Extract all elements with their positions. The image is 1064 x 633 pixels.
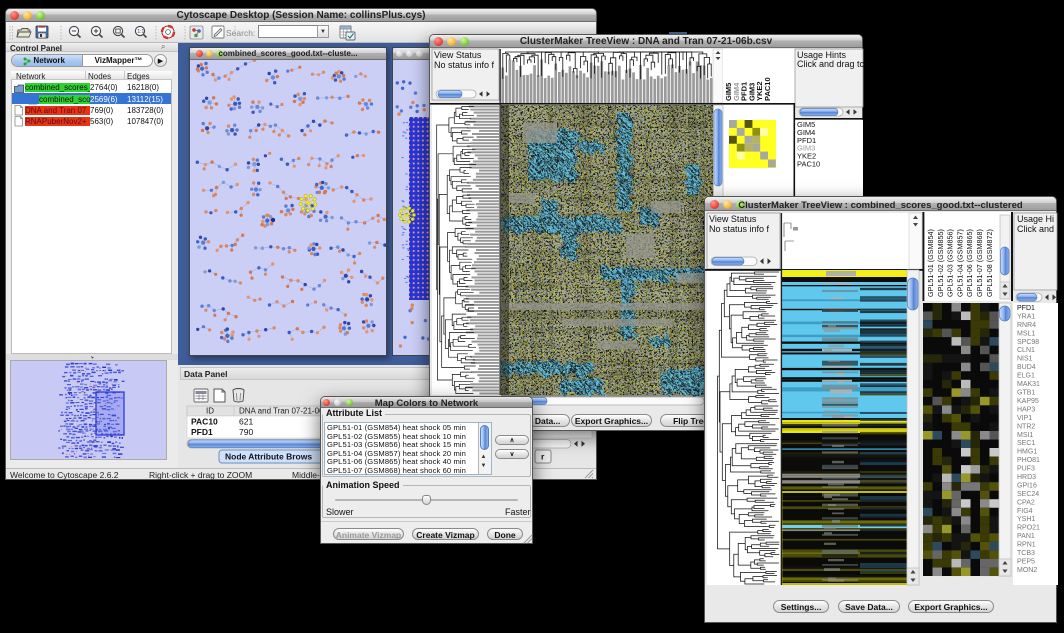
svg-text:MON2: MON2 <box>1017 567 1037 574</box>
svg-text:SEC24: SEC24 <box>1017 491 1039 498</box>
svg-text:NIS1: NIS1 <box>1017 356 1033 363</box>
svg-text:NTR2: NTR2 <box>1017 423 1035 430</box>
svg-text:TCB3: TCB3 <box>1017 550 1035 557</box>
svg-text:GPL51-08 (GSM872): GPL51-08 (GSM872) <box>985 229 994 297</box>
svg-text:Node Attribute Brows: Node Attribute Brows <box>225 452 312 462</box>
svg-text:FIG4: FIG4 <box>1017 508 1033 515</box>
svg-text:621: 621 <box>239 417 253 427</box>
svg-text:GTB1: GTB1 <box>1017 390 1035 397</box>
svg-text:GPL51-07 (GSM868): GPL51-07 (GSM868) <box>975 229 984 297</box>
svg-text:PUF3: PUF3 <box>1017 466 1035 473</box>
svg-text:RPO21: RPO21 <box>1017 525 1040 532</box>
svg-text:VIP1: VIP1 <box>1017 415 1032 422</box>
svg-text:DNA and Tran 07-21-06b: DNA and Tran 07-21-06b <box>239 407 328 416</box>
svg-text:PAC10: PAC10 <box>191 417 218 427</box>
svg-text:BUD4: BUD4 <box>1017 364 1036 371</box>
svg-text:HRD3: HRD3 <box>1017 474 1036 481</box>
svg-text:GPL51-03 (GSM856): GPL51-03 (GSM856) <box>946 229 955 297</box>
svg-text:RPN1: RPN1 <box>1017 542 1036 549</box>
svg-text:CPA2: CPA2 <box>1017 499 1035 506</box>
svg-text:MAK31: MAK31 <box>1017 381 1040 388</box>
svg-text:PAC10: PAC10 <box>763 77 772 101</box>
svg-text:MSI1: MSI1 <box>1017 432 1033 439</box>
svg-text:PFD1: PFD1 <box>191 427 213 437</box>
svg-text:MSL1: MSL1 <box>1017 330 1035 337</box>
svg-text:CLN1: CLN1 <box>1017 347 1035 354</box>
svg-text:PHO81: PHO81 <box>1017 457 1040 464</box>
svg-text:ELG1: ELG1 <box>1017 373 1035 380</box>
svg-text:PEP5: PEP5 <box>1017 559 1035 566</box>
svg-text:GPL51-06 (GSM865): GPL51-06 (GSM865) <box>965 229 974 297</box>
svg-text:GPI16: GPI16 <box>1017 482 1037 489</box>
svg-text:PAN1: PAN1 <box>1017 533 1035 540</box>
svg-text:YRA1: YRA1 <box>1017 314 1035 321</box>
svg-text:PFD1: PFD1 <box>1017 305 1035 312</box>
svg-text:GPL51-04 (GSM857): GPL51-04 (GSM857) <box>955 229 964 297</box>
svg-text:790: 790 <box>239 427 253 437</box>
svg-text:SEC1: SEC1 <box>1017 440 1035 447</box>
svg-text:KAP95: KAP95 <box>1017 398 1039 405</box>
svg-text:RNR4: RNR4 <box>1017 322 1036 329</box>
svg-text:ID: ID <box>206 407 214 416</box>
svg-text:GPL51-02 (GSM855): GPL51-02 (GSM855) <box>936 229 945 297</box>
svg-text:PAC10: PAC10 <box>797 160 820 169</box>
svg-text:GPL51-01 (GSM854): GPL51-01 (GSM854) <box>926 229 935 297</box>
svg-text:SPC98: SPC98 <box>1017 339 1039 346</box>
svg-text:HAP3: HAP3 <box>1017 406 1035 413</box>
svg-text:HMG1: HMG1 <box>1017 449 1037 456</box>
svg-text:YSH1: YSH1 <box>1017 516 1035 523</box>
